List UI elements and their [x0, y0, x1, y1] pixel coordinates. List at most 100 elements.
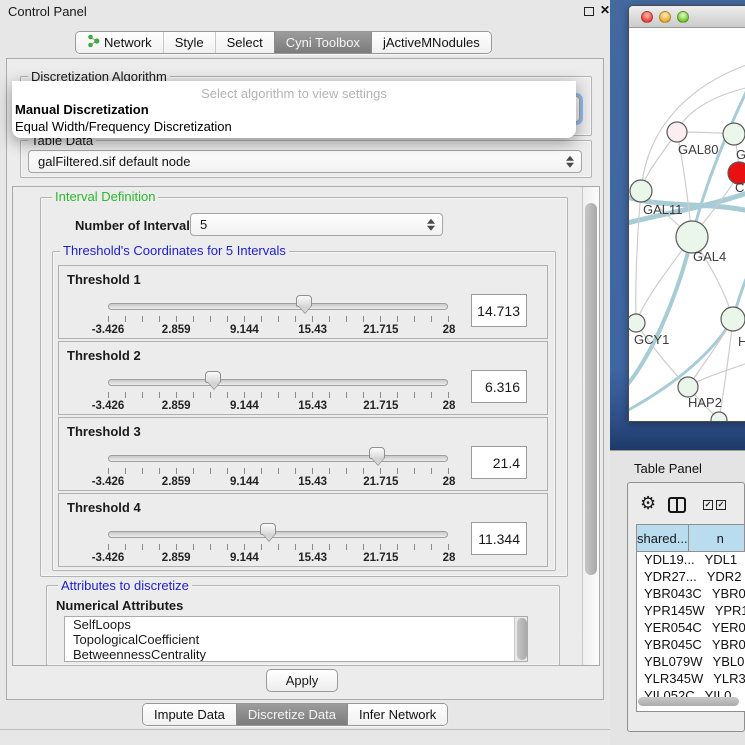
scale-label: 28	[443, 400, 456, 412]
table-row[interactable]: YBR045CYBR0	[637, 637, 745, 654]
numerical-attributes-list[interactable]: SelfLoopsTopologicalCoefficientBetweenne…	[64, 616, 528, 662]
threshold-value-box[interactable]: 11.344	[471, 522, 527, 555]
table-data-combobox[interactable]: galFiltered.sif default node	[28, 150, 582, 173]
checkbox-icon[interactable]: ✓	[716, 500, 726, 510]
cell-shared-name: YLR345W	[637, 671, 703, 688]
table-row[interactable]: YPR145WYPR1	[637, 603, 745, 620]
scale-label: 2.859	[162, 400, 191, 412]
slider-ticks	[108, 468, 449, 474]
network-node[interactable]	[711, 412, 727, 422]
network-graph[interactable]: GAL80GACGAL11GAL4GCY1HHAP2	[629, 28, 745, 422]
combo-stepper-icon	[426, 217, 435, 232]
slider-track[interactable]	[108, 303, 448, 310]
cell-name: YBR0	[702, 586, 745, 603]
gear-icon[interactable]: ⚙	[640, 494, 656, 512]
network-node-ga[interactable]	[723, 123, 745, 145]
algorithm-option-manual[interactable]: Manual Discretization	[12, 101, 576, 118]
node-label-hap2: HAP2	[688, 395, 722, 410]
tab-discretize-data[interactable]: Discretize Data	[236, 704, 347, 725]
scale-label: 2.859	[162, 324, 191, 336]
tab-label: Select	[227, 35, 263, 50]
scale-label: 15.43	[298, 552, 327, 564]
attributes-scrollbar-thumb[interactable]	[517, 618, 527, 660]
network-canvas[interactable]: GAL80GACGAL11GAL4GCY1HHAP2	[629, 28, 745, 422]
tab-network[interactable]: Network	[76, 32, 163, 53]
slider-scale: -3.4262.8599.14415.4321.71528	[108, 324, 449, 337]
slider-handle[interactable]	[296, 295, 312, 307]
network-node-gal80[interactable]	[667, 122, 687, 142]
attributes-scrollbar[interactable]	[514, 617, 527, 661]
tab-select[interactable]: Select	[215, 32, 274, 53]
threshold-value-box[interactable]: 14.713	[471, 294, 527, 327]
scale-label: 2.859	[162, 552, 191, 564]
node-label-gal80: GAL80	[678, 142, 718, 157]
split-columns-icon[interactable]	[668, 497, 686, 513]
cell-shared-name: YPR145W	[637, 603, 705, 620]
interval-definition-group-title: Interval Definition	[52, 190, 158, 203]
cell-name: YDL1	[695, 552, 745, 569]
control-panel-title: Control Panel	[8, 4, 87, 19]
checkbox-icon[interactable]: ✓	[703, 500, 713, 510]
threshold-panel-4: Threshold 4-3.4262.8599.14415.4321.71528…	[58, 493, 548, 567]
number-of-intervals-label: Number of Intervals	[75, 218, 197, 233]
attribute-item-topologicalcoefficient[interactable]: TopologicalCoefficient	[65, 632, 527, 647]
slider-track[interactable]	[108, 531, 448, 538]
column-header-shared-name[interactable]: shared...	[637, 525, 689, 551]
tab-cyni-toolbox[interactable]: Cyni Toolbox	[274, 32, 371, 53]
slider-scale: -3.4262.8599.14415.4321.71528	[108, 400, 449, 413]
table-row[interactable]: YLR345WYLR3	[637, 671, 745, 688]
network-node-h[interactable]	[721, 307, 745, 331]
tab-jactivemnodules[interactable]: jActiveMNodules	[371, 32, 491, 53]
node-label-gcy1: GCY1	[634, 332, 669, 347]
cell-name: YLR3	[703, 671, 745, 688]
threshold-value-box[interactable]: 6.316	[471, 370, 527, 403]
network-node-hap2[interactable]	[678, 377, 698, 397]
tab-impute-data[interactable]: Impute Data	[143, 704, 236, 725]
table-horizontal-scrollbar[interactable]	[638, 697, 739, 706]
slider-handle[interactable]	[260, 523, 276, 535]
network-window-titlebar[interactable]	[629, 6, 745, 28]
attribute-item-selfloops[interactable]: SelfLoops	[65, 617, 527, 632]
tab-infer-network[interactable]: Infer Network	[347, 704, 447, 725]
attribute-item-betweennesscentrality[interactable]: BetweennessCentrality	[65, 647, 527, 662]
settings-scrollbar[interactable]	[582, 187, 599, 665]
network-node-gal11[interactable]	[630, 180, 652, 202]
slider-scale: -3.4262.8599.14415.4321.71528	[108, 476, 449, 489]
apply-button[interactable]: Apply	[266, 669, 338, 692]
threshold-panel-2: Threshold 2-3.4262.8599.14415.4321.71528…	[58, 341, 548, 415]
tab-label: Discretize Data	[248, 707, 336, 722]
settings-scrollbar-thumb[interactable]	[585, 203, 597, 575]
threshold-title: Threshold 1	[67, 272, 141, 287]
node-label-ga: GA	[736, 147, 745, 162]
number-of-intervals-combobox[interactable]: 5	[190, 213, 443, 236]
scale-label: 21.715	[363, 476, 398, 488]
close-traffic-light-icon[interactable]	[641, 11, 653, 23]
threshold-value-box[interactable]: 21.4	[471, 446, 527, 479]
cell-name: YBL0	[703, 654, 745, 671]
table-row[interactable]: YDR27...YDR2	[637, 569, 745, 586]
float-window-icon[interactable]	[584, 7, 594, 16]
table-header-row: shared... n	[637, 525, 745, 552]
zoom-traffic-light-icon[interactable]	[677, 11, 689, 23]
scale-label: 15.43	[298, 400, 327, 412]
table-row[interactable]: YDL19...YDL1	[637, 552, 745, 569]
network-view-window[interactable]: GAL80GACGAL11GAL4GCY1HHAP2	[628, 5, 745, 422]
slider-handle[interactable]	[369, 447, 385, 459]
node-attribute-table[interactable]: shared... n YDL19...YDL1YDR27...YDR2YBR0…	[636, 524, 745, 712]
scale-label: 21.715	[363, 400, 398, 412]
slider-handle[interactable]	[205, 371, 221, 383]
slider-track[interactable]	[108, 379, 448, 386]
column-header-name[interactable]: n	[689, 525, 745, 551]
algorithm-option-equal-width[interactable]: Equal Width/Frequency Discretization	[12, 118, 576, 135]
table-row[interactable]: YBR043CYBR0	[637, 586, 745, 603]
threshold-panel-1: Threshold 1 -3.4262.8599.14415.4321.71528…	[58, 265, 548, 339]
slider-track[interactable]	[108, 455, 448, 462]
minimize-traffic-light-icon[interactable]	[659, 11, 671, 23]
table-row[interactable]: YER054CYER0	[637, 620, 745, 637]
table-row[interactable]: YBL079WYBL0	[637, 654, 745, 671]
tab-style[interactable]: Style	[163, 32, 215, 53]
network-node-gcy1[interactable]	[629, 314, 645, 332]
scale-label: 21.715	[363, 552, 398, 564]
scale-label: -3.426	[92, 476, 125, 488]
close-icon[interactable]: ✕	[600, 3, 610, 17]
